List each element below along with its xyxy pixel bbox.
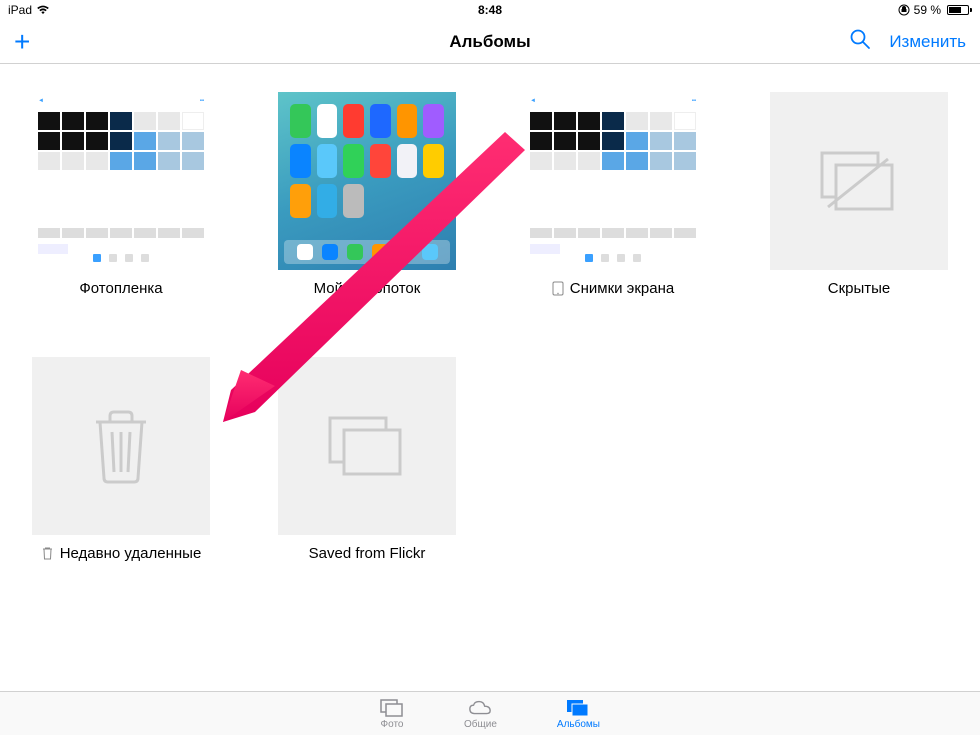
photos-tab-icon [380,698,404,718]
album-thumbnail: ◄▪▪ [32,92,210,270]
album-screenshots[interactable]: ◄▪▪ Снимки экрана [522,92,704,297]
album-camera-roll[interactable]: ◄▪▪ Фотопленка [30,92,212,297]
tab-label: Общие [464,719,497,730]
album-label: Недавно удаленные [60,545,202,562]
search-button[interactable] [849,28,871,55]
album-thumbnail [278,357,456,535]
album-recently-deleted[interactable]: Недавно удаленные [30,357,212,562]
orientation-lock-icon [898,4,910,16]
album-label: Снимки экрана [570,280,674,297]
album-label: Фотопленка [79,280,162,297]
page-title: Альбомы [449,32,530,52]
album-label: Скрытые [828,280,891,297]
tab-label: Фото [381,719,404,730]
albums-tab-icon [566,698,590,718]
add-button[interactable]: + [14,28,30,56]
album-thumbnail [32,357,210,535]
trash-small-icon [41,546,54,561]
device-label: iPad [8,3,32,17]
album-photo-stream[interactable]: Мой фотопоток [276,92,458,297]
edit-button[interactable]: Изменить [889,32,966,52]
album-saved-flickr[interactable]: Saved from Flickr [276,357,458,562]
status-time: 8:48 [478,3,502,17]
tab-photos[interactable]: Фото [380,698,404,730]
wifi-icon [36,5,50,15]
album-thumbnail [770,92,948,270]
battery-icon [945,5,972,15]
album-hidden[interactable]: Скрытые [768,92,950,297]
tab-albums[interactable]: Альбомы [557,698,600,730]
cloud-tab-icon [468,698,492,718]
nav-bar: + Альбомы Изменить [0,20,980,64]
tab-shared[interactable]: Общие [464,698,497,730]
album-label: Saved from Flickr [309,545,426,562]
album-thumbnail [278,92,456,270]
hidden-icon [814,145,904,217]
device-icon [552,281,564,296]
tab-label: Альбомы [557,719,600,730]
tab-bar: Фото Общие Альбомы [0,691,980,735]
trash-icon [86,406,156,486]
battery-percent: 59 % [914,3,941,17]
album-thumbnail: ◄▪▪ [524,92,702,270]
search-icon [849,28,871,50]
stack-icon [322,410,412,482]
album-label: Мой фотопоток [314,280,421,297]
content-area: ◄▪▪ Фотопленка [0,64,980,691]
status-bar: iPad 8:48 59 % [0,0,980,20]
